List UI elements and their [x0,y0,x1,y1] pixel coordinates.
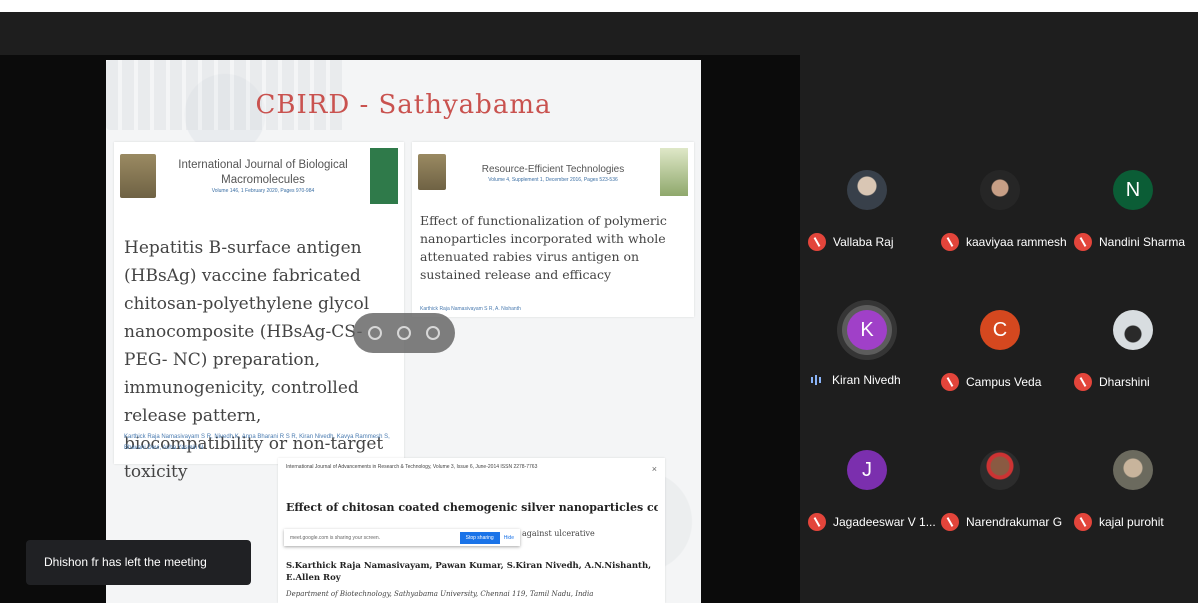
participant-name: kajal purohit [1099,515,1164,529]
participant-name: Jagadeeswar V 1... [833,515,936,529]
paper-card-1: International Journal of Biological Macr… [114,142,404,482]
browser-top-strip [875,0,1198,12]
hide-button[interactable]: Hide [504,535,514,541]
mic-off-icon [941,373,959,391]
journal-header: International Journal of Biological Macr… [120,148,398,204]
avatar [980,170,1020,210]
screen-share-bar: meet.google.com is sharing your screen. … [284,529,520,546]
participant-tile[interactable]: kaaviyaa rammesh [933,125,1067,265]
share-bar-text: meet.google.com is sharing your screen. [290,534,381,541]
paper-authors: Karthick Raja Namasivayam S R, A. Nishan… [420,306,521,312]
notification-toast: Dhishon fr has left the meeting [26,540,251,585]
mute-icon[interactable] [396,326,411,340]
avatar [1113,450,1153,490]
paper-authors: S.Karthick Raja Namasivayam, Pawan Kumar… [286,561,652,583]
journal-title: International Journal of Biological Macr… [178,159,348,186]
avatar [980,450,1020,490]
shared-screen: CBIRD - Sathyabama International Journal… [106,60,701,603]
elsevier-logo-icon [418,154,446,190]
avatar: C [980,310,1020,350]
participant-tile[interactable]: kajal purohit [1066,405,1198,545]
mic-off-icon [1074,373,1092,391]
mic-off-icon [941,513,959,531]
paper-authors: Karthick Raja Namasivayam S R, Nivedh K,… [124,434,390,451]
mic-off-icon [808,233,826,251]
mic-off-icon [808,513,826,531]
participant-tile[interactable]: Narendrakumar G [933,405,1066,545]
journal-cover-icon [660,148,688,196]
participant-name: Campus Veda [966,375,1042,389]
paper-header: International Journal of Advancements in… [286,464,538,470]
participant-tile[interactable]: K Kiran Nivedh [800,265,933,405]
more-options-icon[interactable] [425,326,440,340]
paper-affiliation: Department of Biotechnology, Sathyabama … [286,590,594,598]
elsevier-logo-icon [120,154,156,198]
participant-tile[interactable]: Vallaba Raj [800,125,933,265]
paper-title: Effect of chitosan coated chemogenic sil… [286,501,658,514]
close-icon[interactable]: × [652,464,657,474]
journal-volume: Volume 4, Supplement 1, December 2016, P… [488,176,618,183]
pin-icon[interactable] [368,326,383,340]
participant-name: Kiran Nivedh [832,373,901,387]
journal-title: Resource-Efficient Technologies [481,163,625,175]
paper-card-2: Resource-Efficient Technologies Volume 4… [412,142,694,317]
participant-name: kaaviyaa rammesh [966,235,1067,249]
avatar [1113,310,1153,350]
speaking-indicator-icon [808,375,824,385]
journal-header: Resource-Efficient Technologies Volume 4… [418,148,688,196]
slide-title: CBIRD - Sathyabama [255,90,552,120]
participant-tile[interactable]: J Jagadeeswar V 1... [800,405,936,545]
journal-volume: Volume 146, 1 February 2020, Pages 970-9… [211,188,315,194]
participant-name: Vallaba Raj [833,235,894,249]
mic-off-icon [1074,513,1092,531]
stop-sharing-button[interactable]: Stop sharing [459,531,500,544]
mic-off-icon [941,233,959,251]
journal-cover-icon [370,148,398,204]
participant-name: Dharshini [1099,375,1150,389]
participant-tile[interactable]: Dharshini [1066,265,1198,405]
participant-grid: Vallaba Raj kaaviyaa rammesh N Nandini S… [800,125,1198,545]
participant-tile[interactable]: N Nandini Sharma [1066,125,1198,265]
participant-tile[interactable]: C Campus Veda [933,265,1066,405]
tile-controls-pill [353,313,455,353]
avatar: N [1113,170,1153,210]
participant-name: Narendrakumar G [966,515,1063,529]
avatar: K [847,310,887,350]
mic-off-icon [1074,233,1092,251]
paper-title-tail: against ulcerative [522,529,595,538]
paper-title: Effect of functionalization of polymeric… [420,213,667,282]
participant-name: Nandini Sharma [1099,235,1186,249]
avatar [847,170,887,210]
avatar: J [847,450,887,490]
